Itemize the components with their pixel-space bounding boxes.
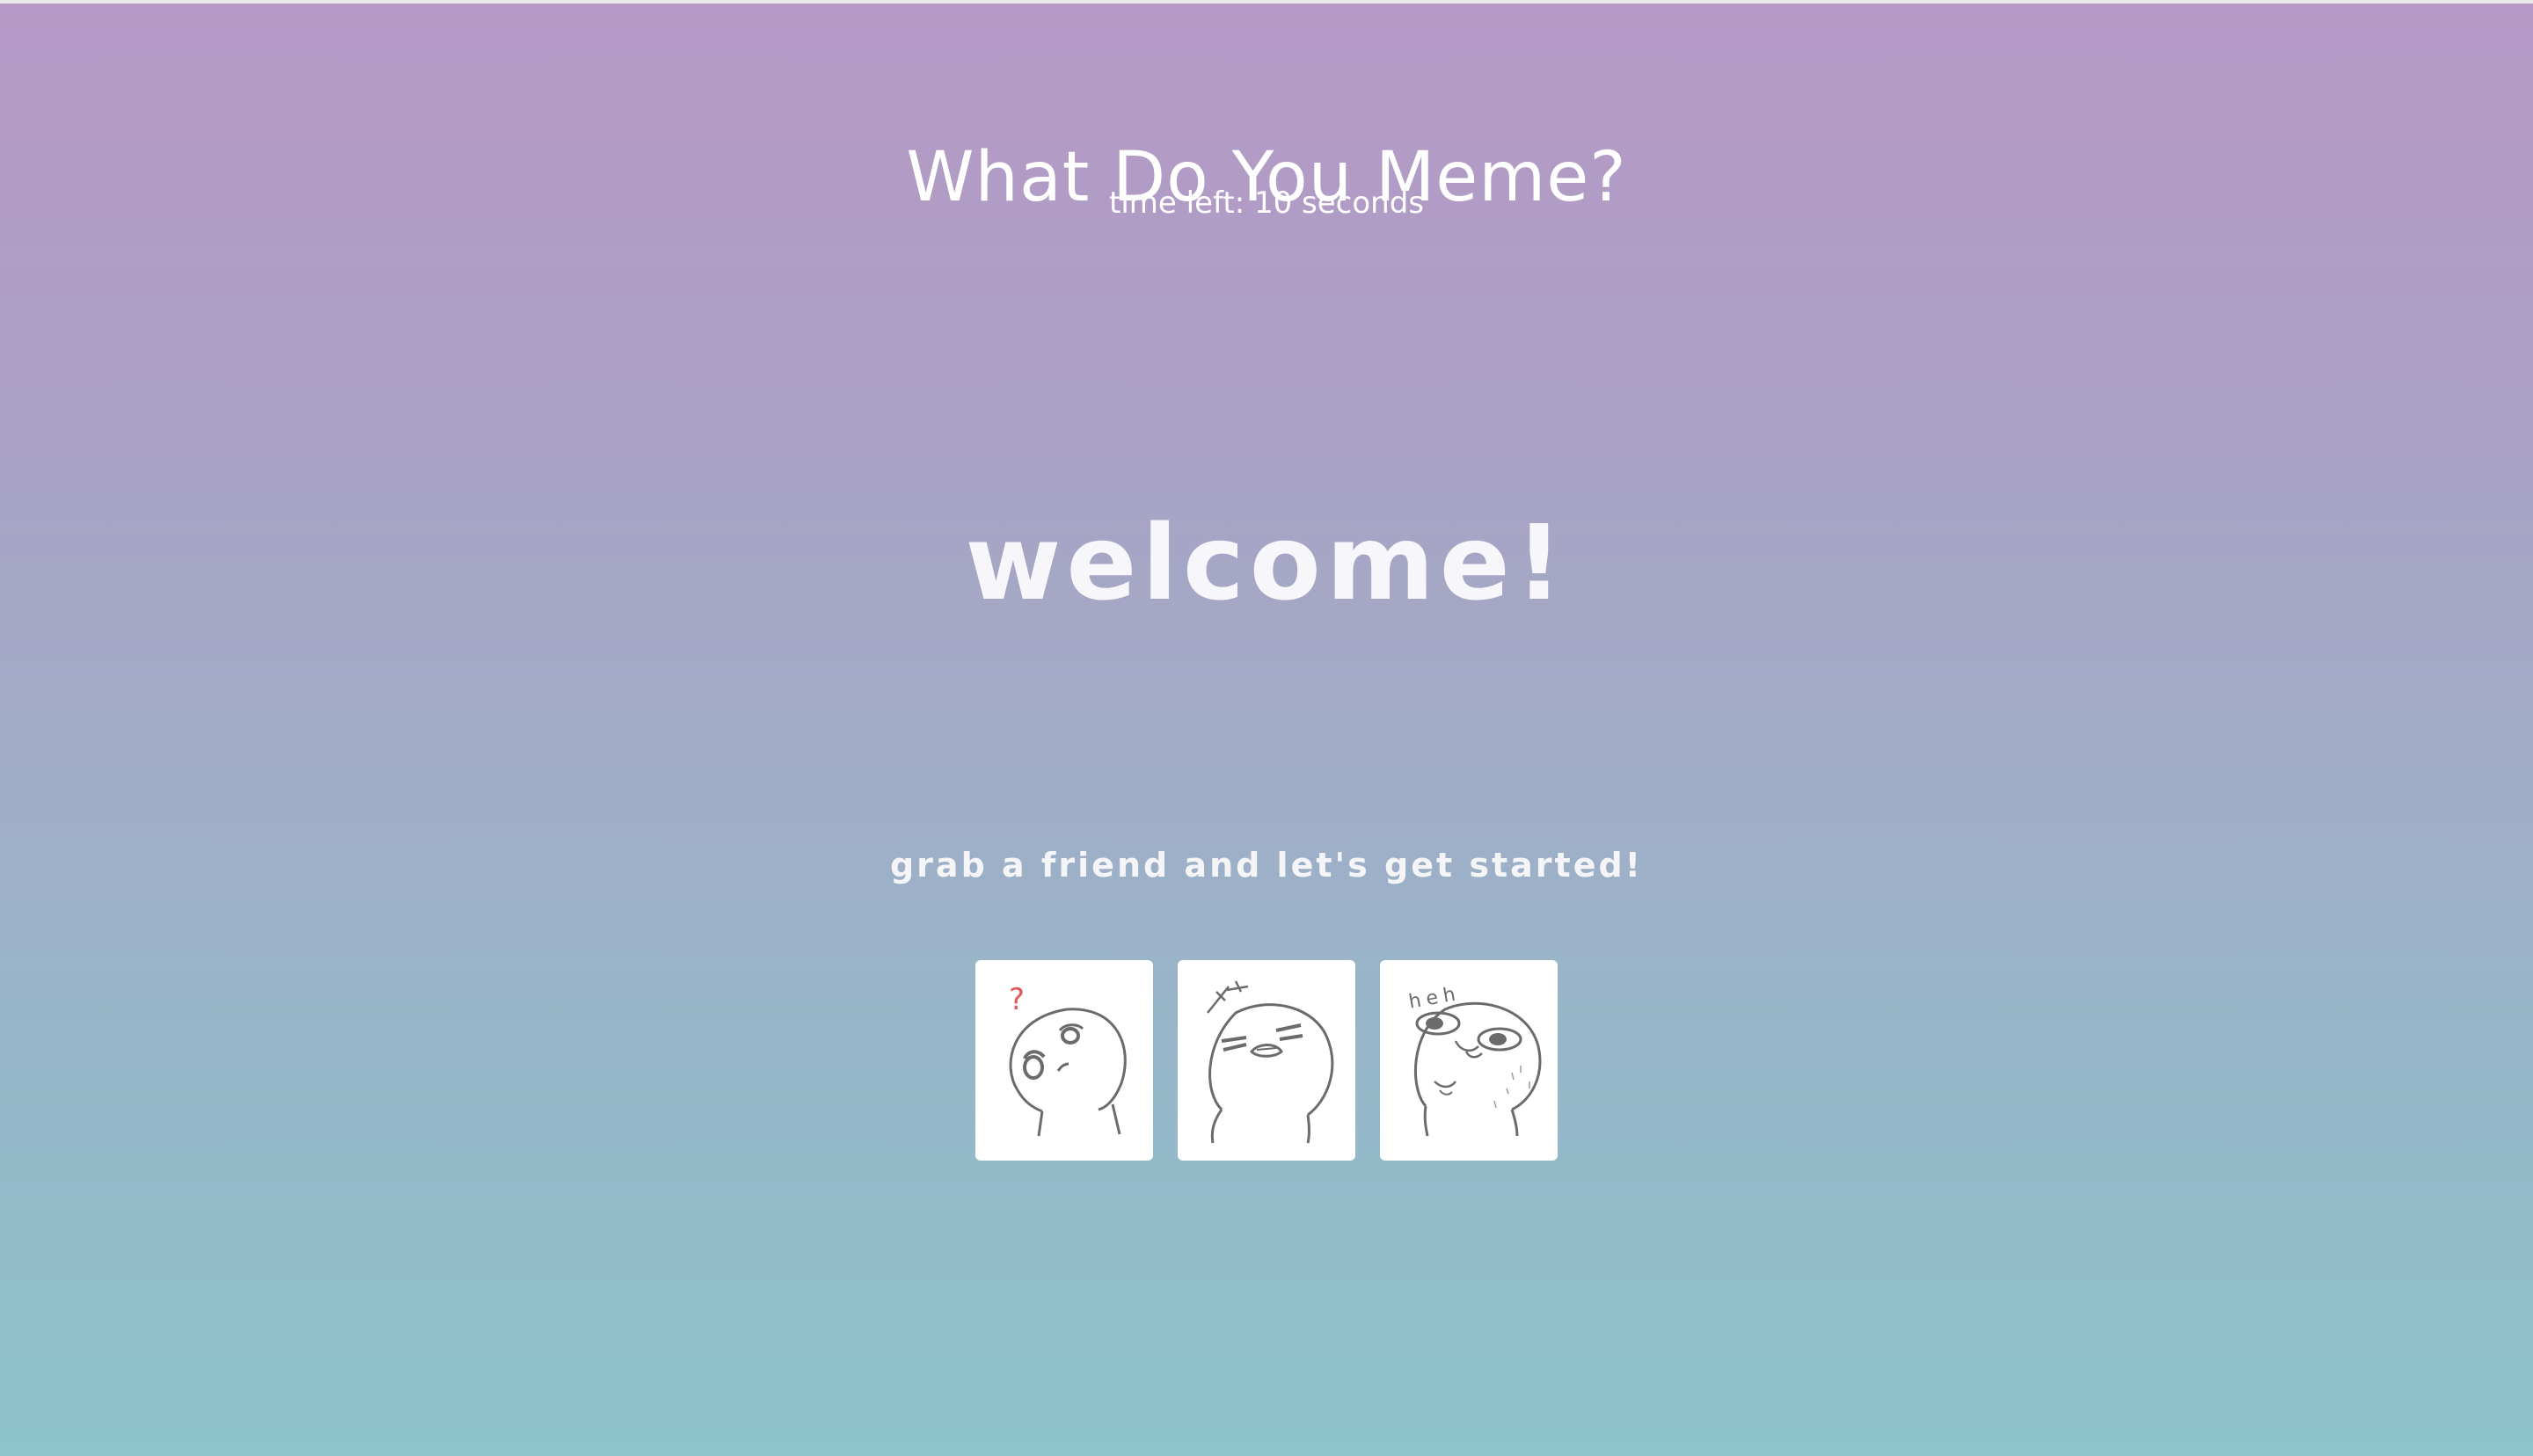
timer-text: time left: 10 seconds <box>1109 186 1424 221</box>
top-border <box>0 0 2533 4</box>
tagline-text: grab a friend and let's get started! <box>889 846 1643 885</box>
heh-text: heh <box>1407 983 1463 1014</box>
welcome-heading: welcome! <box>965 502 1568 623</box>
smug-face-icon: heh <box>1407 983 1542 1137</box>
confused-face-icon: ? <box>1009 982 1127 1137</box>
character-card-annoyed[interactable] <box>1178 960 1355 1161</box>
character-cards: ? heh <box>975 960 1558 1161</box>
character-card-confused[interactable]: ? <box>975 960 1153 1161</box>
annoyed-face-icon <box>1207 980 1334 1144</box>
character-card-smug[interactable]: heh <box>1380 960 1558 1161</box>
question-mark-text: ? <box>1009 982 1025 1017</box>
